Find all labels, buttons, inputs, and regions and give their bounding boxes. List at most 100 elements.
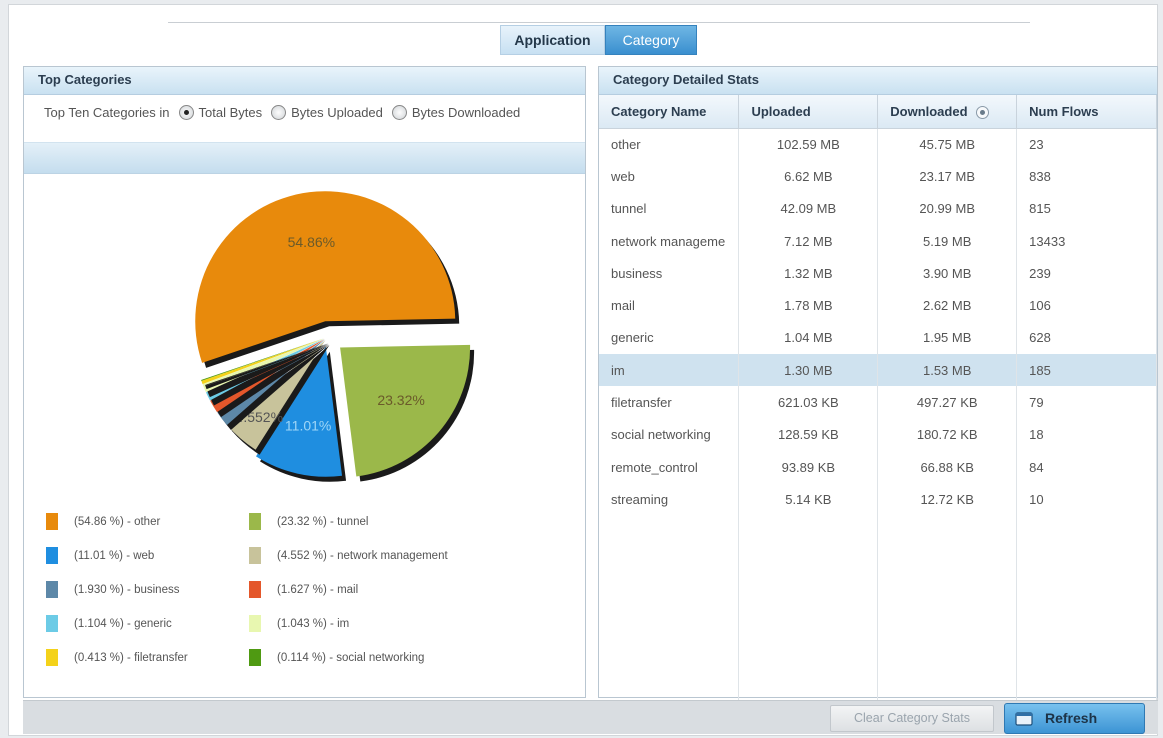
table-cell: 1.04 MB [738,321,879,355]
legend-label: (11.01 %) - web [74,549,155,562]
table-cell: web [599,160,740,193]
table-row[interactable]: tunnel 42.09 MB 20.99 MB 815 [599,192,1157,225]
legend-swatch [249,615,261,632]
pie-slice-other[interactable] [195,191,456,363]
empty-row [599,612,1157,645]
table-cell: 3.90 MB [877,257,1018,290]
column-header-uploaded[interactable]: Uploaded [738,95,879,129]
legend-swatch [249,513,261,530]
table-row[interactable]: streaming 5.14 KB 12.72 KB 10 [599,483,1157,516]
table-cell: 239 [1016,257,1157,290]
table-row[interactable]: remote_control 93.89 KB 66.88 KB 84 [599,450,1157,484]
table-cell [877,580,1018,613]
table-row[interactable]: generic 1.04 MB 1.95 MB 628 [599,321,1157,355]
table-cell: 5.19 MB [877,224,1018,258]
table-cell [1016,644,1157,678]
table-cell [599,644,740,678]
table-cell: 838 [1016,160,1157,193]
empty-row [599,644,1157,678]
table-cell: 23 [1016,128,1157,161]
table-cell: 2.62 MB [877,289,1018,322]
table-cell [599,547,740,581]
table-cell: social networking [599,418,740,451]
column-header-category-name[interactable]: Category Name [599,95,740,129]
table-cell: 66.88 KB [877,450,1018,484]
empty-row [599,515,1157,548]
table-cell: 93.89 KB [738,450,879,484]
column-header-downloaded[interactable]: Downloaded [877,95,1018,129]
legend-swatch [46,513,58,530]
table-row[interactable]: web 6.62 MB 23.17 MB 838 [599,160,1157,193]
table-cell [877,515,1018,548]
legend-swatch [46,649,58,666]
table-row[interactable]: business 1.32 MB 3.90 MB 239 [599,257,1157,290]
table-row[interactable]: social networking 128.59 KB 180.72 KB 18 [599,418,1157,451]
table-cell [1016,515,1157,548]
panel-title: Top Categories [24,67,585,95]
table-cell: 79 [1016,386,1157,419]
table-row[interactable]: mail 1.78 MB 2.62 MB 106 [599,289,1157,322]
metric-selector-label: Top Ten Categories in [44,105,170,120]
table-cell: 1.30 MB [738,354,879,387]
table-row[interactable]: network manageme 7.12 MB 5.19 MB 13433 [599,224,1157,258]
table-cell: mail [599,289,740,322]
legend-label: (1.627 %) - mail [277,583,359,596]
table-cell: remote_control [599,450,740,484]
category-stats-table: Category Name Uploaded Downloaded Num Fl… [599,95,1157,710]
table-cell: 1.78 MB [738,289,879,322]
table-cell [877,612,1018,645]
table-cell: network manageme [599,224,740,258]
radio-bytes-uploaded[interactable] [271,105,287,120]
pie-slice-label: 11.01% [285,417,331,433]
clear-category-stats-button[interactable]: Clear Category Stats [830,705,994,732]
table-cell: 13433 [1016,224,1157,258]
table-cell: 23.17 MB [877,160,1018,193]
table-cell: filetransfer [599,386,740,419]
empty-row [599,547,1157,581]
legend-swatch [46,615,58,632]
refresh-button[interactable]: Refresh [1004,703,1145,734]
legend-label: (54.86 %) - other [74,515,161,528]
legend-label: (1.930 %) - business [74,583,180,596]
table-cell: 102.59 MB [738,128,879,161]
radio-bytes-downloaded-label[interactable]: Bytes Downloaded [412,105,520,120]
table-cell [877,547,1018,581]
table-cell: streaming [599,483,740,516]
table-cell [1016,547,1157,581]
table-cell: 180.72 KB [877,418,1018,451]
table-row[interactable]: im 1.30 MB 1.53 MB 185 [599,354,1157,387]
legend-label: (0.413 %) - filetransfer [74,651,188,664]
table-cell [599,612,740,645]
table-row[interactable]: filetransfer 621.03 KB 497.27 KB 79 [599,386,1157,419]
radio-bytes-uploaded-label[interactable]: Bytes Uploaded [291,105,383,120]
legend-item: (1.627 %) - mail [249,581,358,598]
table-cell: 128.59 KB [738,418,879,451]
legend-label: (1.104 %) - generic [74,617,172,630]
table-row[interactable]: other 102.59 MB 45.75 MB 23 [599,128,1157,161]
table-cell: 1.53 MB [877,354,1018,387]
tab-category[interactable]: Category [605,25,697,55]
column-header-num-flows[interactable]: Num Flows [1016,95,1157,129]
legend-swatch [249,649,261,666]
table-cell: 42.09 MB [738,192,879,225]
legend-swatch [249,581,261,598]
radio-total-bytes-label[interactable]: Total Bytes [199,105,263,120]
radio-total-bytes[interactable] [178,105,194,120]
table-cell: 185 [1016,354,1157,387]
pie-slice-label: 54.86% [288,234,335,250]
table-cell: 1.95 MB [877,321,1018,355]
table-cell [877,644,1018,678]
table-cell: 84 [1016,450,1157,484]
legend-item: (11.01 %) - web [46,547,154,564]
pie-slice-tunnel[interactable] [340,344,471,477]
table-cell: 18 [1016,418,1157,451]
table-cell: im [599,354,740,387]
table-cell: business [599,257,740,290]
table-cell: 1.32 MB [738,257,879,290]
table-cell: 7.12 MB [738,224,879,258]
sort-icon[interactable] [975,105,989,119]
radio-bytes-downloaded[interactable] [391,105,407,120]
category-pie-chart: 54.86%23.32%11.01%4.552% [195,191,475,482]
tab-application[interactable]: Application [500,25,605,55]
legend-swatch [249,547,261,564]
